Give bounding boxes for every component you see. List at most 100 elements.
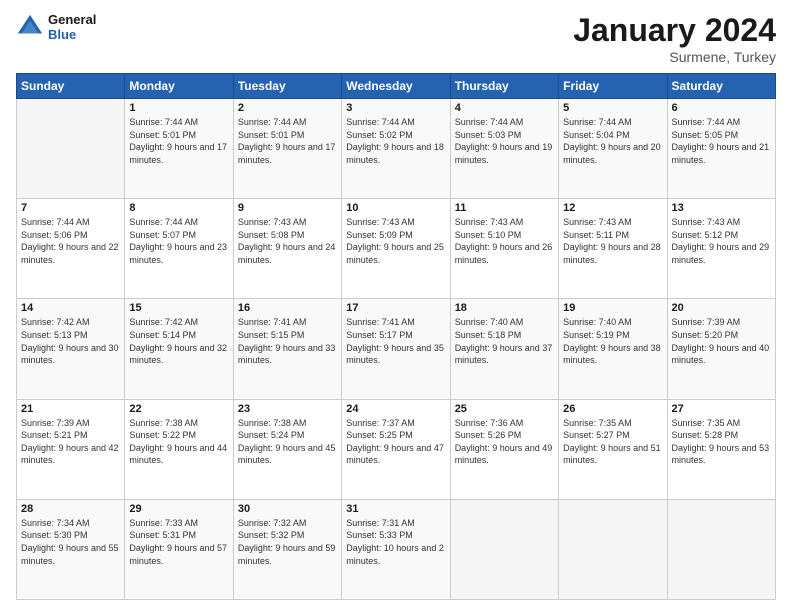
table-row: 12 Sunrise: 7:43 AMSunset: 5:11 PMDayligh… xyxy=(559,199,667,299)
day-number: 26 xyxy=(563,403,662,415)
day-info: Sunrise: 7:44 AMSunset: 5:03 PMDaylight:… xyxy=(455,116,554,166)
day-info: Sunrise: 7:43 AMSunset: 5:09 PMDaylight:… xyxy=(346,216,445,266)
table-row: 3 Sunrise: 7:44 AMSunset: 5:02 PMDaylight… xyxy=(342,99,450,199)
table-row xyxy=(17,99,125,199)
day-info: Sunrise: 7:44 AMSunset: 5:06 PMDaylight:… xyxy=(21,216,120,266)
day-number: 23 xyxy=(238,403,337,415)
table-row: 5 Sunrise: 7:44 AMSunset: 5:04 PMDaylight… xyxy=(559,99,667,199)
day-info: Sunrise: 7:43 AMSunset: 5:11 PMDaylight:… xyxy=(563,216,662,266)
day-info: Sunrise: 7:43 AMSunset: 5:12 PMDaylight:… xyxy=(672,216,771,266)
day-number: 25 xyxy=(455,403,554,415)
day-info: Sunrise: 7:36 AMSunset: 5:26 PMDaylight:… xyxy=(455,417,554,467)
day-info: Sunrise: 7:40 AMSunset: 5:18 PMDaylight:… xyxy=(455,316,554,366)
day-info: Sunrise: 7:43 AMSunset: 5:10 PMDaylight:… xyxy=(455,216,554,266)
header-monday: Monday xyxy=(125,74,233,99)
table-row: 19 Sunrise: 7:40 AMSunset: 5:19 PMDayligh… xyxy=(559,299,667,399)
day-number: 12 xyxy=(563,202,662,214)
table-row: 9 Sunrise: 7:43 AMSunset: 5:08 PMDaylight… xyxy=(233,199,341,299)
table-row: 6 Sunrise: 7:44 AMSunset: 5:05 PMDaylight… xyxy=(667,99,775,199)
day-info: Sunrise: 7:43 AMSunset: 5:08 PMDaylight:… xyxy=(238,216,337,266)
day-number: 15 xyxy=(129,302,228,314)
day-number: 9 xyxy=(238,202,337,214)
day-info: Sunrise: 7:35 AMSunset: 5:27 PMDaylight:… xyxy=(563,417,662,467)
day-number: 30 xyxy=(238,503,337,515)
header-friday: Friday xyxy=(559,74,667,99)
day-info: Sunrise: 7:31 AMSunset: 5:33 PMDaylight:… xyxy=(346,517,445,567)
table-row xyxy=(450,499,558,599)
day-info: Sunrise: 7:40 AMSunset: 5:19 PMDaylight:… xyxy=(563,316,662,366)
logo-icon xyxy=(16,13,44,41)
day-number: 16 xyxy=(238,302,337,314)
table-row: 15 Sunrise: 7:42 AMSunset: 5:14 PMDayligh… xyxy=(125,299,233,399)
calendar-header-row: Sunday Monday Tuesday Wednesday Thursday… xyxy=(17,74,776,99)
day-info: Sunrise: 7:39 AMSunset: 5:21 PMDaylight:… xyxy=(21,417,120,467)
table-row: 10 Sunrise: 7:43 AMSunset: 5:09 PMDayligh… xyxy=(342,199,450,299)
table-row: 22 Sunrise: 7:38 AMSunset: 5:22 PMDayligh… xyxy=(125,399,233,499)
day-info: Sunrise: 7:44 AMSunset: 5:04 PMDaylight:… xyxy=(563,116,662,166)
day-info: Sunrise: 7:35 AMSunset: 5:28 PMDaylight:… xyxy=(672,417,771,467)
table-row: 23 Sunrise: 7:38 AMSunset: 5:24 PMDayligh… xyxy=(233,399,341,499)
header: General Blue January 2024 Surmene, Turke… xyxy=(16,12,776,65)
day-number: 20 xyxy=(672,302,771,314)
table-row: 14Sunrise: 7:42 AMSunset: 5:13 PMDayligh… xyxy=(17,299,125,399)
table-row: 16 Sunrise: 7:41 AMSunset: 5:15 PMDayligh… xyxy=(233,299,341,399)
table-row: 27 Sunrise: 7:35 AMSunset: 5:28 PMDayligh… xyxy=(667,399,775,499)
table-row: 7 Sunrise: 7:44 AMSunset: 5:06 PMDaylight… xyxy=(17,199,125,299)
main-title: January 2024 xyxy=(573,12,776,49)
day-info: Sunrise: 7:42 AMSunset: 5:14 PMDaylight:… xyxy=(129,316,228,366)
day-info: Sunrise: 7:44 AMSunset: 5:02 PMDaylight:… xyxy=(346,116,445,166)
calendar-week-row: 14Sunrise: 7:42 AMSunset: 5:13 PMDayligh… xyxy=(17,299,776,399)
day-info: Sunrise: 7:39 AMSunset: 5:20 PMDaylight:… xyxy=(672,316,771,366)
table-row: 24 Sunrise: 7:37 AMSunset: 5:25 PMDayligh… xyxy=(342,399,450,499)
table-row xyxy=(667,499,775,599)
table-row: 2Sunrise: 7:44 AMSunset: 5:01 PMDaylight… xyxy=(233,99,341,199)
header-thursday: Thursday xyxy=(450,74,558,99)
day-info: Sunrise: 7:42 AMSunset: 5:13 PMDaylight:… xyxy=(21,316,120,366)
day-number: 8 xyxy=(129,202,228,214)
day-info: Sunrise: 7:44 AMSunset: 5:05 PMDaylight:… xyxy=(672,116,771,166)
day-info: Sunrise: 7:38 AMSunset: 5:22 PMDaylight:… xyxy=(129,417,228,467)
subtitle: Surmene, Turkey xyxy=(573,49,776,65)
table-row: 25 Sunrise: 7:36 AMSunset: 5:26 PMDayligh… xyxy=(450,399,558,499)
day-info: Sunrise: 7:38 AMSunset: 5:24 PMDaylight:… xyxy=(238,417,337,467)
day-number: 11 xyxy=(455,202,554,214)
calendar-week-row: 21 Sunrise: 7:39 AMSunset: 5:21 PMDayligh… xyxy=(17,399,776,499)
calendar-week-row: 7 Sunrise: 7:44 AMSunset: 5:06 PMDaylight… xyxy=(17,199,776,299)
day-info: Sunrise: 7:37 AMSunset: 5:25 PMDaylight:… xyxy=(346,417,445,467)
logo: General Blue xyxy=(16,12,96,42)
table-row: 26 Sunrise: 7:35 AMSunset: 5:27 PMDayligh… xyxy=(559,399,667,499)
day-number: 27 xyxy=(672,403,771,415)
day-info: Sunrise: 7:44 AMSunset: 5:07 PMDaylight:… xyxy=(129,216,228,266)
table-row: 21 Sunrise: 7:39 AMSunset: 5:21 PMDayligh… xyxy=(17,399,125,499)
day-number: 13 xyxy=(672,202,771,214)
day-info: Sunrise: 7:32 AMSunset: 5:32 PMDaylight:… xyxy=(238,517,337,567)
header-sunday: Sunday xyxy=(17,74,125,99)
logo-text: General Blue xyxy=(48,12,96,42)
calendar-week-row: 1 Sunrise: 7:44 AMSunset: 5:01 PMDaylight… xyxy=(17,99,776,199)
table-row: 18Sunrise: 7:40 AMSunset: 5:18 PMDayligh… xyxy=(450,299,558,399)
table-row: 20 Sunrise: 7:39 AMSunset: 5:20 PMDayligh… xyxy=(667,299,775,399)
table-row: 31Sunrise: 7:31 AMSunset: 5:33 PMDayligh… xyxy=(342,499,450,599)
day-number: 10 xyxy=(346,202,445,214)
day-number: 19 xyxy=(563,302,662,314)
table-row: 30 Sunrise: 7:32 AMSunset: 5:32 PMDayligh… xyxy=(233,499,341,599)
day-number: 24 xyxy=(346,403,445,415)
day-number: 17 xyxy=(346,302,445,314)
day-number: 2 xyxy=(238,102,337,114)
day-number: 7 xyxy=(21,202,120,214)
day-number: 5 xyxy=(563,102,662,114)
day-number: 3 xyxy=(346,102,445,114)
day-info: Sunrise: 7:34 AMSunset: 5:30 PMDaylight:… xyxy=(21,517,120,567)
day-number: 6 xyxy=(672,102,771,114)
table-row: 1 Sunrise: 7:44 AMSunset: 5:01 PMDaylight… xyxy=(125,99,233,199)
day-info: Sunrise: 7:41 AMSunset: 5:15 PMDaylight:… xyxy=(238,316,337,366)
day-number: 4 xyxy=(455,102,554,114)
day-number: 22 xyxy=(129,403,228,415)
day-info: Sunrise: 7:33 AMSunset: 5:31 PMDaylight:… xyxy=(129,517,228,567)
calendar-table: Sunday Monday Tuesday Wednesday Thursday… xyxy=(16,73,776,600)
day-number: 21 xyxy=(21,403,120,415)
day-number: 1 xyxy=(129,102,228,114)
table-row: 11 Sunrise: 7:43 AMSunset: 5:10 PMDayligh… xyxy=(450,199,558,299)
table-row: 8 Sunrise: 7:44 AMSunset: 5:07 PMDaylight… xyxy=(125,199,233,299)
day-info: Sunrise: 7:44 AMSunset: 5:01 PMDaylight:… xyxy=(129,116,228,166)
